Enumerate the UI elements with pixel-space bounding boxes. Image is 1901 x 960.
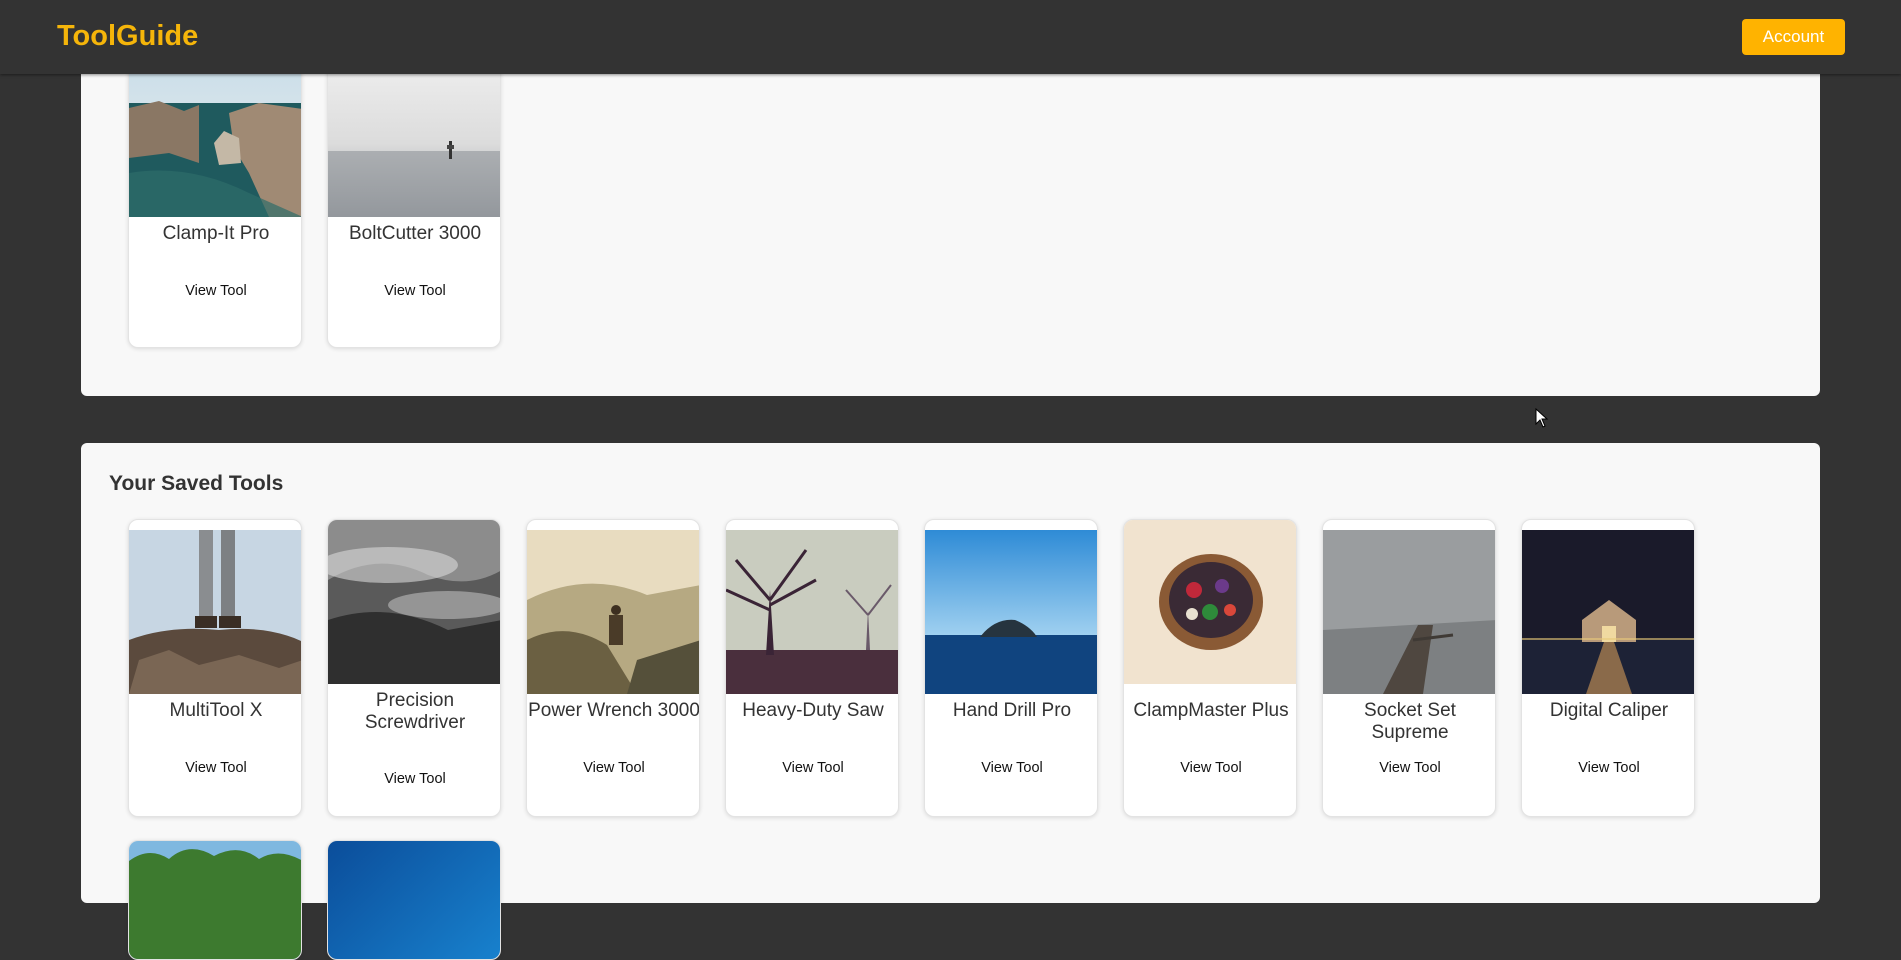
view-tool-button[interactable]: View Tool [129, 760, 301, 776]
view-tool-button[interactable]: View Tool [129, 283, 301, 299]
tool-card-precision-screwdriver[interactable]: Precision Screwdriver View Tool [327, 519, 501, 817]
tool-name: BoltCutter 3000 [348, 223, 482, 244]
tool-card-heavy-duty-saw[interactable]: Heavy-Duty Saw View Tool [725, 519, 899, 817]
tool-card-boltcutter-3000[interactable]: BoltCutter 3000 View Tool [327, 52, 501, 348]
tool-name: MultiTool X [169, 700, 263, 721]
tool-card-multitool-x[interactable]: MultiTool X View Tool [128, 519, 302, 817]
view-tool-button[interactable]: View Tool [527, 760, 699, 776]
tool-image [328, 841, 500, 959]
tool-image [527, 530, 699, 694]
tool-name: Digital Caliper [1549, 700, 1669, 721]
mouse-cursor-icon [1535, 407, 1549, 433]
tool-name: Precision Screwdriver [364, 690, 466, 733]
tool-name: Heavy-Duty Saw [742, 700, 884, 721]
tool-image [1522, 530, 1694, 694]
tool-name: Socket Set Supreme [1364, 700, 1456, 743]
tool-card-power-wrench-3000[interactable]: Power Wrench 3000 View Tool [526, 519, 700, 817]
tool-image [726, 530, 898, 694]
view-tool-button[interactable]: View Tool [328, 771, 500, 787]
view-tool-button[interactable]: View Tool [1124, 760, 1296, 776]
view-tool-button[interactable]: View Tool [1522, 760, 1694, 776]
saved-tools-panel: Your Saved Tools MultiTool X View Tool P… [81, 443, 1820, 960]
section-title: Your Saved Tools [109, 472, 284, 495]
tool-name: Hand Drill Pro [952, 700, 1072, 721]
view-tool-button[interactable]: View Tool [925, 760, 1097, 776]
tool-image [129, 53, 301, 217]
top-navbar: ToolGuide Account [0, 0, 1901, 74]
tool-image [328, 520, 500, 684]
view-tool-button[interactable]: View Tool [726, 760, 898, 776]
tool-image [129, 841, 301, 959]
tool-card-clampmaster-plus[interactable]: ClampMaster Plus View Tool [1123, 519, 1297, 817]
view-tool-button[interactable]: View Tool [328, 283, 500, 299]
tool-image [1323, 530, 1495, 694]
account-button[interactable]: Account [1742, 19, 1845, 55]
tool-card-hand-drill-pro[interactable]: Hand Drill Pro View Tool [924, 519, 1098, 817]
view-tool-button[interactable]: View Tool [1323, 760, 1495, 776]
tools-panel: Clamp-It Pro View Tool BoltCutter 3000 V… [81, 40, 1820, 396]
tool-card-partial[interactable] [327, 840, 501, 960]
tool-image [1124, 520, 1296, 684]
tool-card-digital-caliper[interactable]: Digital Caliper View Tool [1521, 519, 1695, 817]
tool-image [129, 530, 301, 694]
tool-card-socket-set-supreme[interactable]: Socket Set Supreme View Tool [1322, 519, 1496, 817]
site-logo[interactable]: ToolGuide [57, 20, 198, 53]
tool-name: ClampMaster Plus [1133, 700, 1289, 721]
tool-card-clamp-it-pro[interactable]: Clamp-It Pro View Tool [128, 52, 302, 348]
tool-name: Power Wrench 3000 [528, 700, 700, 721]
tool-card-partial[interactable] [128, 840, 302, 960]
tool-image [925, 530, 1097, 694]
tool-name: Clamp-It Pro [162, 223, 270, 244]
tool-image [328, 53, 500, 217]
